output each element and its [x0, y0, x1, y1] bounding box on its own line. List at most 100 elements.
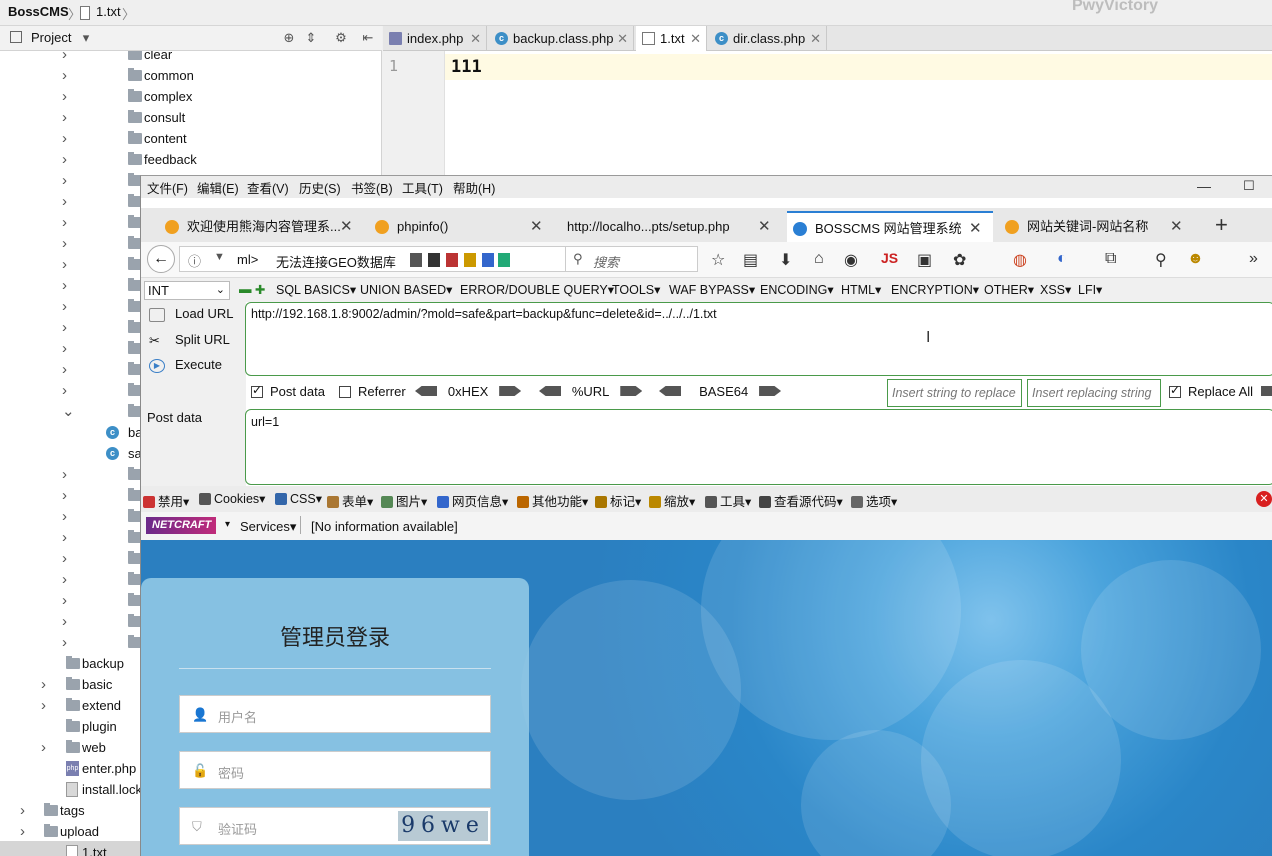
post-data-input[interactable]: url=1: [245, 409, 1272, 485]
hackbar-url-input[interactable]: http://192.168.1.8:9002/admin/?mold=safe…: [245, 302, 1272, 376]
base64-button[interactable]: BASE64: [659, 384, 782, 399]
webdev-menu-item[interactable]: Cookies▾: [199, 491, 265, 506]
services-menu[interactable]: Services▾: [240, 519, 296, 535]
netcraft-logo[interactable]: NETCRAFT: [146, 517, 216, 534]
chevron-right-icon[interactable]: ›: [62, 107, 74, 128]
addon-icons[interactable]: [410, 253, 510, 267]
close-icon[interactable]: ✕: [617, 26, 628, 51]
menu-item[interactable]: 查看(V): [247, 178, 289, 197]
chevron-right-icon[interactable]: ›: [62, 317, 74, 338]
hackbar-menu-item[interactable]: OTHER▾: [984, 282, 1034, 297]
info-icon[interactable]: ⓘ: [188, 251, 201, 270]
minimize-button[interactable]: —: [1197, 178, 1211, 194]
menu-item[interactable]: 历史(S): [299, 178, 341, 197]
split-url-button[interactable]: ✂ Split URL: [149, 332, 230, 348]
editor-tab[interactable]: c backup.class.php ✕: [489, 26, 634, 51]
chevron-right-icon[interactable]: ›: [62, 254, 74, 275]
webdev-menu-item[interactable]: 缩放▾: [649, 491, 695, 510]
chevron-right-icon[interactable]: ›: [62, 464, 74, 485]
chevron-right-icon[interactable]: ›: [62, 632, 74, 653]
chevron-right-icon[interactable]: ›: [62, 86, 74, 107]
reading-list-icon[interactable]: ▤: [743, 250, 758, 270]
chevron-right-icon[interactable]: ›: [62, 485, 74, 506]
bookmark-star-icon[interactable]: ☆: [711, 250, 725, 270]
close-icon[interactable]: ✕: [810, 26, 821, 51]
chevron-right-icon[interactable]: ›: [20, 800, 32, 821]
username-input[interactable]: 👤 用户名: [179, 695, 491, 733]
addon-icon[interactable]: ◉: [844, 250, 858, 270]
replace-with-input[interactable]: Insert replacing string: [1027, 379, 1161, 407]
replace-find-input[interactable]: Insert string to replace: [887, 379, 1022, 407]
post-data-checkbox[interactable]: Post data: [251, 383, 325, 399]
browser-tab[interactable]: 网站关键词-网站名称 ✕: [999, 211, 1194, 242]
chevron-right-icon[interactable]: ›: [62, 506, 74, 527]
dropdown-icon[interactable]: ▾: [78, 30, 94, 46]
webdev-menu-item[interactable]: 禁用▾: [143, 491, 189, 510]
editor-tab[interactable]: index.php ✕: [383, 26, 487, 51]
hackbar-menu-item[interactable]: HTML▾: [841, 282, 881, 297]
home-icon[interactable]: ⌂: [814, 250, 824, 268]
locate-icon[interactable]: ⊕: [281, 30, 297, 46]
webdev-menu-item[interactable]: 图片▾: [381, 491, 427, 510]
replace-all-checkbox[interactable]: Replace All: [1169, 383, 1253, 399]
chevron-right-icon[interactable]: ›: [62, 548, 74, 569]
overflow-icon[interactable]: »: [1249, 250, 1258, 268]
replace-go-button[interactable]: [1261, 384, 1272, 399]
close-toolbar-icon[interactable]: ✕: [1256, 491, 1272, 507]
menu-item[interactable]: 帮助(H): [453, 178, 495, 197]
chevron-right-icon[interactable]: ›: [62, 527, 74, 548]
hackbar-menu-item[interactable]: XSS▾: [1040, 282, 1071, 297]
image-addon-icon[interactable]: ▣: [917, 250, 932, 270]
chevron-down-icon[interactable]: ⌄: [62, 401, 75, 422]
tree-item[interactable]: › common: [0, 65, 381, 86]
chevron-right-icon[interactable]: ›: [62, 149, 74, 170]
chevron-right-icon[interactable]: ›: [62, 296, 74, 317]
menu-item[interactable]: 文件(F): [147, 178, 188, 197]
hackbar-menu-item[interactable]: ENCODING▾: [760, 282, 834, 297]
globe-icon[interactable]: ◐: [1057, 250, 1067, 268]
chevron-right-icon[interactable]: ›: [62, 275, 74, 296]
browser-tab[interactable]: http://localho...pts/setup.php ✕: [559, 211, 782, 242]
back-button[interactable]: ←: [147, 245, 175, 273]
close-icon[interactable]: ✕: [530, 211, 543, 242]
webdev-menu-item[interactable]: 查看源代码▾: [759, 491, 843, 510]
chevron-right-icon[interactable]: ›: [62, 170, 74, 191]
chevron-right-icon[interactable]: ›: [41, 695, 53, 716]
password-input[interactable]: 🔓 密码: [179, 751, 491, 789]
monkey-icon[interactable]: ☻: [1187, 250, 1204, 268]
zoom-icon[interactable]: ⚲: [1155, 250, 1167, 270]
new-tab-button[interactable]: +: [1215, 212, 1228, 238]
browser-tab[interactable]: phpinfo() ✕: [369, 211, 554, 242]
search-box[interactable]: ⚲ 搜索: [565, 246, 698, 272]
chevron-right-icon[interactable]: ›: [62, 191, 74, 212]
tree-item[interactable]: › complex: [0, 86, 381, 107]
chevron-right-icon[interactable]: ›: [41, 674, 53, 695]
webdev-menu-item[interactable]: CSS▾: [275, 491, 322, 506]
execute-button[interactable]: ▶ Execute: [149, 357, 222, 373]
hackbar-menu-item[interactable]: LFI▾: [1078, 282, 1102, 297]
dropdown-icon[interactable]: ▼: [214, 251, 225, 263]
editor-tab[interactable]: c dir.class.php ✕: [709, 26, 827, 51]
tree-item[interactable]: › clear: [0, 51, 381, 65]
hackbar-menu-item[interactable]: WAF BYPASS▾: [669, 282, 755, 297]
chevron-right-icon[interactable]: ›: [62, 569, 74, 590]
hide-icon[interactable]: ⇤: [360, 30, 376, 46]
close-icon[interactable]: ✕: [969, 213, 982, 244]
chevron-right-icon[interactable]: ›: [62, 51, 74, 65]
chevron-right-icon[interactable]: ›: [62, 590, 74, 611]
gear-icon[interactable]: ⚙: [333, 30, 349, 46]
increase-icon[interactable]: ✚: [255, 282, 265, 297]
tree-item[interactable]: › consult: [0, 107, 381, 128]
menu-item[interactable]: 书签(B): [351, 178, 393, 197]
js-icon[interactable]: JS: [881, 250, 898, 266]
close-icon[interactable]: ✕: [340, 211, 353, 242]
page-icon[interactable]: ⧉: [1105, 250, 1116, 268]
code-line[interactable]: 111: [445, 54, 1272, 80]
captcha-image[interactable]: 96we: [398, 811, 488, 841]
close-icon[interactable]: ✕: [690, 26, 701, 51]
webdev-menu-item[interactable]: 表单▾: [327, 491, 373, 510]
referrer-checkbox[interactable]: Referrer: [339, 384, 406, 399]
hackbar-menu-item[interactable]: ERROR/DOUBLE QUERY▾: [460, 282, 614, 297]
editor-tab[interactable]: 1.txt ✕: [636, 26, 707, 51]
hackbar-menu-item[interactable]: UNION BASED▾: [360, 282, 452, 297]
